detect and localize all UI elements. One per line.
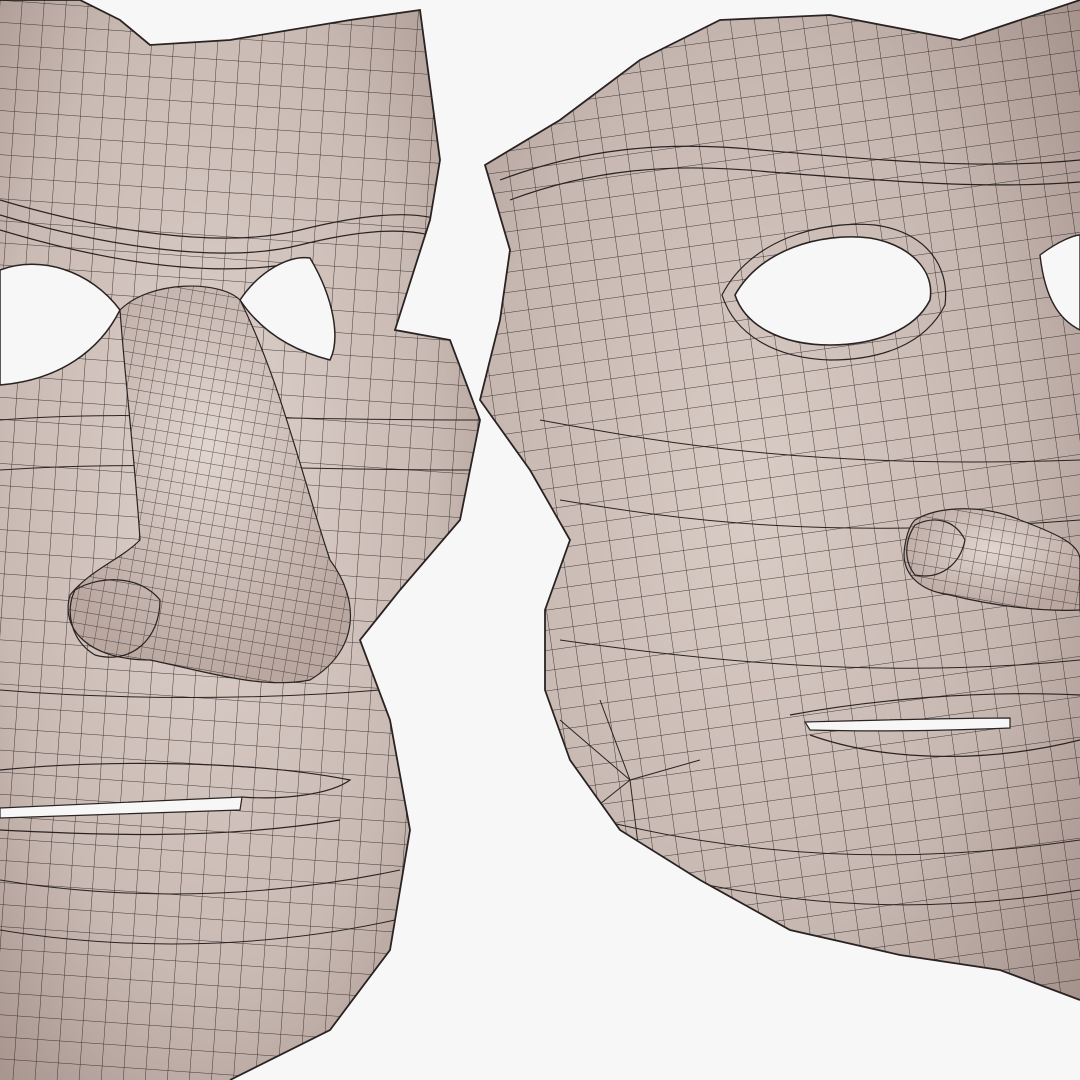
mask-render [0, 0, 1080, 1080]
render-viewport [0, 0, 1080, 1080]
